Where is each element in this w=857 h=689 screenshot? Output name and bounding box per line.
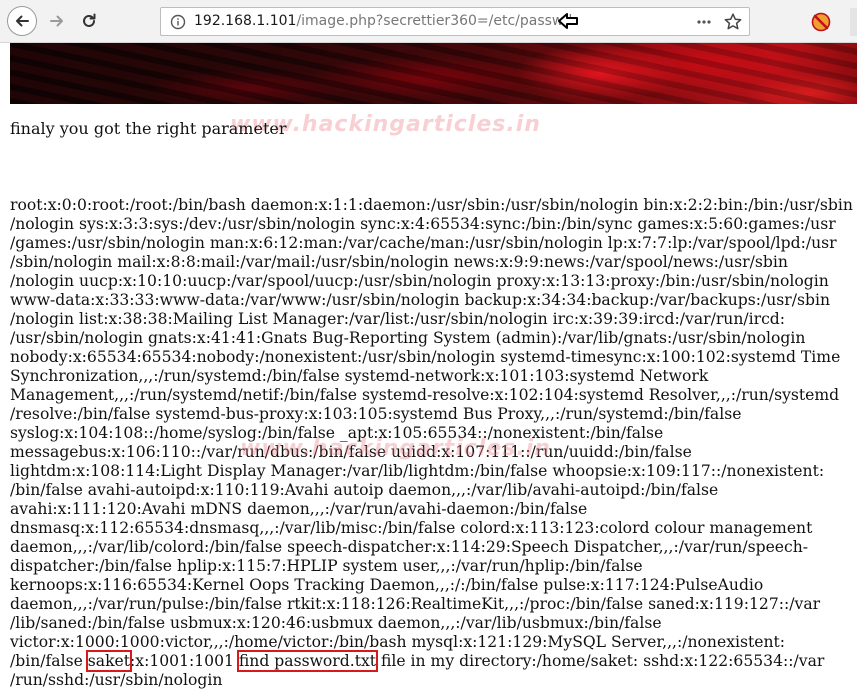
passwd-line: www-data:x:33:33:www-data:/var/www:/usr/… xyxy=(10,291,831,309)
passwd-line: /nologin list:x:38:38:Mailing List Manag… xyxy=(10,310,786,328)
url-host: 192.168.1.101 xyxy=(194,13,297,29)
passwd-line: /lib/saned:/bin/false usbmux:x:120:46:us… xyxy=(10,614,662,632)
browser-toolbar: 192.168.1.101/image.php?secrettier360=/e… xyxy=(0,0,857,43)
page-actions-icon[interactable] xyxy=(695,14,713,30)
passwd-line: /sbin/nologin mail:x:8:8:mail:/var/mail:… xyxy=(10,253,788,271)
line-prefix: /bin/false xyxy=(10,652,88,670)
forward-arrow-icon xyxy=(50,15,63,27)
blocker-extension-icon[interactable] xyxy=(811,12,831,32)
passwd-line: Management,,,:/run/systemd/netif:/bin/fa… xyxy=(10,386,840,404)
passwd-line: /nologin uucp:x:10:10:uucp:/var/spool/uu… xyxy=(10,272,829,290)
forward-button[interactable] xyxy=(42,6,72,36)
passwd-line: root:x:0:0:root:/root:/bin/bash daemon:x… xyxy=(10,196,853,214)
highlight-saket: saket xyxy=(85,650,133,672)
passwd-output: root:x:0:0:root:/root:/bin/bash daemon:x… xyxy=(10,196,857,689)
reload-icon xyxy=(83,13,96,27)
back-button[interactable] xyxy=(7,6,37,36)
back-arrow-icon xyxy=(16,15,29,27)
passwd-line: /bin/false avahi-autoipd:x:110:119:Avahi… xyxy=(10,481,719,499)
passwd-line: daemon,,,:/var/lib/colord:/bin/false spe… xyxy=(10,538,809,556)
reload-button[interactable] xyxy=(74,6,104,36)
info-icon[interactable] xyxy=(170,14,186,30)
page-heading: finaly you got the right parameter xyxy=(10,119,287,138)
passwd-line: victor:x:1000:1000:victor,,,:/home/victo… xyxy=(10,633,786,651)
passwd-line: avahi:x:111:120:Avahi mDNS daemon,,,:/va… xyxy=(10,500,588,518)
passwd-line: Synchronization,,,:/run/systemd:/bin/fal… xyxy=(10,367,709,385)
line-suffix: file in my directory:/home/saket: sshd:x… xyxy=(376,652,825,670)
passwd-line: /nologin sys:x:3:3:sys:/dev:/usr/sbin/no… xyxy=(10,215,836,233)
passwd-line: kernoops:x:116:65534:Kernel Oops Trackin… xyxy=(10,576,764,594)
passwd-line: nobody:x:65534:65534:nobody:/nonexistent… xyxy=(10,348,841,366)
highlight-find-password: find password.txt xyxy=(236,650,379,672)
passwd-line: syslog:x:104:108::/home/syslog:/bin/fals… xyxy=(10,424,664,442)
passwd-line: dispatcher:/bin/false hplip:x:115:7:HPLI… xyxy=(10,557,643,575)
url-bar[interactable]: 192.168.1.101/image.php?secrettier360=/e… xyxy=(160,7,750,36)
url-path: /image.php?secrettier360=/etc/passwd xyxy=(296,13,573,29)
menu-button-edge[interactable] xyxy=(850,8,857,36)
url-text[interactable]: 192.168.1.101/image.php?secrettier360=/e… xyxy=(194,13,572,29)
pointer-arrow-icon xyxy=(558,13,578,29)
line-mid: :x:1001:1001 xyxy=(130,652,239,670)
passwd-line: /resolve:/bin/false systemd-bus-proxy:x:… xyxy=(10,405,742,423)
passwd-line: lightdm:x:108:114:Light Display Manager:… xyxy=(10,462,825,480)
header-banner-image xyxy=(10,43,857,104)
passwd-line-saket: /bin/false saket:x:1001:1001 find passwo… xyxy=(10,650,857,672)
passwd-line: /run/sshd:/usr/sbin/nologin xyxy=(10,671,223,689)
passwd-line: messagebus:x:106:110::/var/run/dbus:/bin… xyxy=(10,443,692,461)
bookmark-star-icon[interactable] xyxy=(723,12,743,32)
passwd-line: daemon,,,:/var/run/pulse:/bin/false rtki… xyxy=(10,595,821,613)
passwd-line: dnsmasq:x:112:65534:dnsmasq,,,:/var/lib/… xyxy=(10,519,813,537)
passwd-line: /usr/sbin/nologin gnats:x:41:41:Gnats Bu… xyxy=(10,329,806,347)
passwd-line: /games:/usr/sbin/nologin man:x:6:12:man:… xyxy=(10,234,837,252)
